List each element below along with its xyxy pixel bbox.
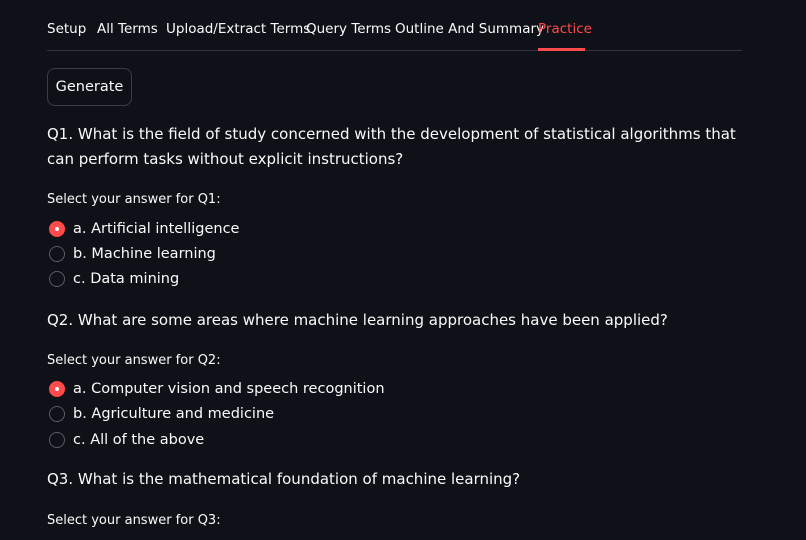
tab-setup[interactable]: Setup <box>47 20 86 38</box>
question-1-option-b[interactable]: b. Machine learning <box>49 244 216 264</box>
radio-unselected-icon[interactable] <box>49 406 65 422</box>
generate-button[interactable]: Generate <box>47 68 132 106</box>
radio-selected-icon[interactable] <box>49 221 65 237</box>
question-3-text: Q3. What is the mathematical foundation … <box>47 470 521 488</box>
radio-unselected-icon[interactable] <box>49 246 65 262</box>
option-label: a. Artificial intelligence <box>73 221 240 237</box>
active-tab-indicator <box>538 48 585 51</box>
tab-query-terms[interactable]: Query Terms <box>306 20 391 38</box>
question-2-option-c[interactable]: c. All of the above <box>49 430 204 450</box>
option-label: b. Machine learning <box>73 246 216 262</box>
tab-upload-extract-terms[interactable]: Upload/Extract Terms <box>166 20 310 38</box>
radio-selected-icon[interactable] <box>49 381 65 397</box>
question-1-select-label: Select your answer for Q1: <box>47 192 221 207</box>
radio-unselected-icon[interactable] <box>49 271 65 287</box>
question-1-option-c[interactable]: c. Data mining <box>49 269 179 289</box>
question-1-option-a[interactable]: a. Artificial intelligence <box>49 219 239 239</box>
question-2-option-b[interactable]: b. Agriculture and medicine <box>49 404 274 424</box>
tab-bar: Setup All Terms Upload/Extract Terms Que… <box>47 0 742 51</box>
tab-outline-and-summary[interactable]: Outline And Summary <box>395 20 544 38</box>
option-label: b. Agriculture and medicine <box>73 406 275 422</box>
question-3-select-label: Select your answer for Q3: <box>47 513 221 528</box>
practice-page: Setup All Terms Upload/Extract Terms Que… <box>0 0 806 540</box>
radio-unselected-icon[interactable] <box>49 432 65 448</box>
question-1-text: Q1. What is the field of study concerned… <box>47 125 736 168</box>
question-2-option-a[interactable]: a. Computer vision and speech recognitio… <box>49 379 385 399</box>
question-2-select-label: Select your answer for Q2: <box>47 353 221 368</box>
option-label: c. Data mining <box>73 271 180 287</box>
question-2-text: Q2. What are some areas where machine le… <box>47 311 668 329</box>
option-label: c. All of the above <box>73 432 205 448</box>
option-label: a. Computer vision and speech recognitio… <box>73 381 385 397</box>
tab-all-terms[interactable]: All Terms <box>97 20 158 38</box>
tab-practice[interactable]: Practice <box>538 20 592 38</box>
